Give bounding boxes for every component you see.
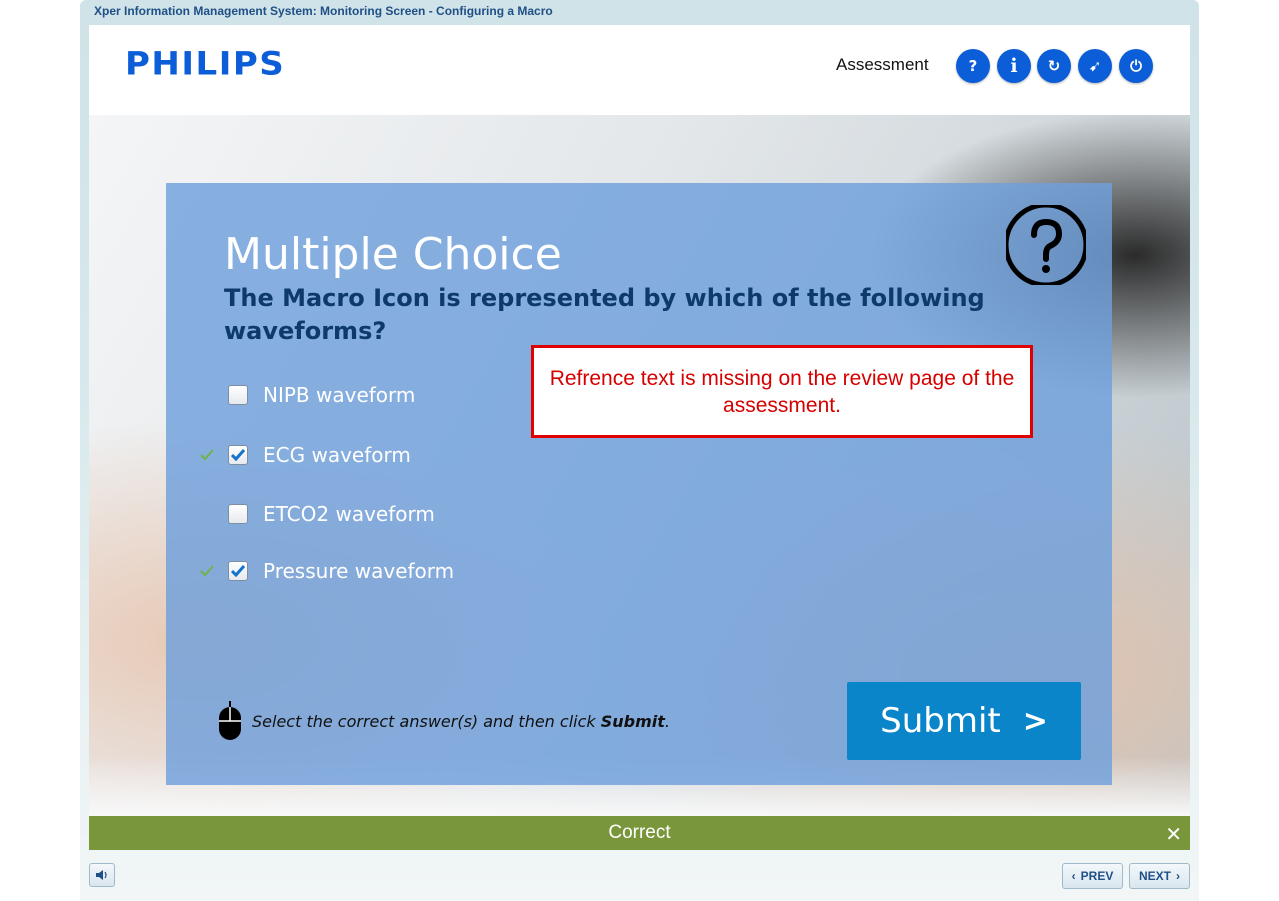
chevron-right-icon: > bbox=[1022, 703, 1048, 739]
prev-button[interactable]: ‹ PREV bbox=[1062, 863, 1123, 889]
compass-icon: ➹ bbox=[1088, 57, 1102, 75]
option-etco2[interactable]: ETCO2 waveform bbox=[228, 501, 435, 527]
option-label: Pressure waveform bbox=[263, 559, 455, 583]
info-button[interactable]: i bbox=[997, 49, 1031, 83]
question-circle-icon bbox=[1006, 205, 1086, 285]
option-label: ETCO2 waveform bbox=[263, 502, 435, 526]
correct-check-icon bbox=[200, 449, 214, 461]
option-nipb[interactable]: NIPB waveform bbox=[228, 382, 415, 408]
replay-button[interactable]: ↻ bbox=[1037, 49, 1071, 83]
option-label: NIPB waveform bbox=[263, 383, 416, 407]
question-type-title: Multiple Choice bbox=[224, 229, 562, 280]
question-panel: Multiple Choice The Macro Icon is repres… bbox=[166, 183, 1112, 785]
section-label: Assessment bbox=[836, 55, 929, 74]
chevron-right-icon: › bbox=[1176, 869, 1180, 883]
info-icon: i bbox=[1010, 55, 1018, 77]
instruction-text: Select the correct answer(s) and then cl… bbox=[252, 711, 670, 731]
option-pressure[interactable]: Pressure waveform bbox=[228, 558, 454, 584]
feedback-message: Correct bbox=[608, 822, 671, 843]
chevron-left-icon: ‹ bbox=[1071, 869, 1076, 883]
option-label: ECG waveform bbox=[263, 443, 411, 467]
submit-button[interactable]: Submit > bbox=[847, 682, 1081, 760]
option-checkbox[interactable] bbox=[228, 561, 248, 581]
option-checkbox[interactable] bbox=[228, 445, 248, 465]
header: PHILIPS Assessment ? i ↻ ➹ ⏻ bbox=[89, 25, 1190, 115]
prev-label: PREV bbox=[1080, 869, 1114, 883]
option-ecg[interactable]: ECG waveform bbox=[228, 442, 411, 468]
question-prompt: The Macro Icon is represented by which o… bbox=[224, 284, 985, 345]
speaker-icon bbox=[96, 870, 107, 880]
option-checkbox[interactable] bbox=[228, 504, 248, 524]
instruction: Select the correct answer(s) and then cl… bbox=[218, 701, 670, 741]
exit-button[interactable]: ⏻ bbox=[1119, 49, 1153, 83]
mouse-icon bbox=[219, 701, 241, 740]
checkmark-icon bbox=[231, 565, 245, 577]
philips-logo: PHILIPS bbox=[125, 45, 286, 83]
audio-button[interactable] bbox=[89, 863, 115, 887]
correct-check-icon bbox=[200, 565, 214, 577]
review-callout: Refrence text is missing on the review p… bbox=[531, 345, 1033, 438]
feedback-bar: Correct ✕ bbox=[89, 816, 1190, 850]
navigation-button[interactable]: ➹ bbox=[1078, 49, 1112, 83]
submit-label: Submit bbox=[880, 701, 1001, 741]
next-button[interactable]: NEXT › bbox=[1129, 863, 1190, 889]
help-button[interactable]: ? bbox=[956, 49, 990, 83]
option-checkbox[interactable] bbox=[228, 385, 248, 405]
close-icon[interactable]: ✕ bbox=[1165, 822, 1182, 846]
question-mark-icon: ? bbox=[968, 57, 978, 75]
next-label: NEXT bbox=[1138, 869, 1171, 883]
power-icon: ⏻ bbox=[1130, 57, 1142, 75]
replay-icon: ↻ bbox=[1047, 57, 1061, 75]
callout-text: Refrence text is missing on the review p… bbox=[549, 366, 1015, 417]
window-title: Xper Information Management System: Moni… bbox=[94, 4, 553, 18]
checkmark-icon bbox=[231, 449, 245, 461]
